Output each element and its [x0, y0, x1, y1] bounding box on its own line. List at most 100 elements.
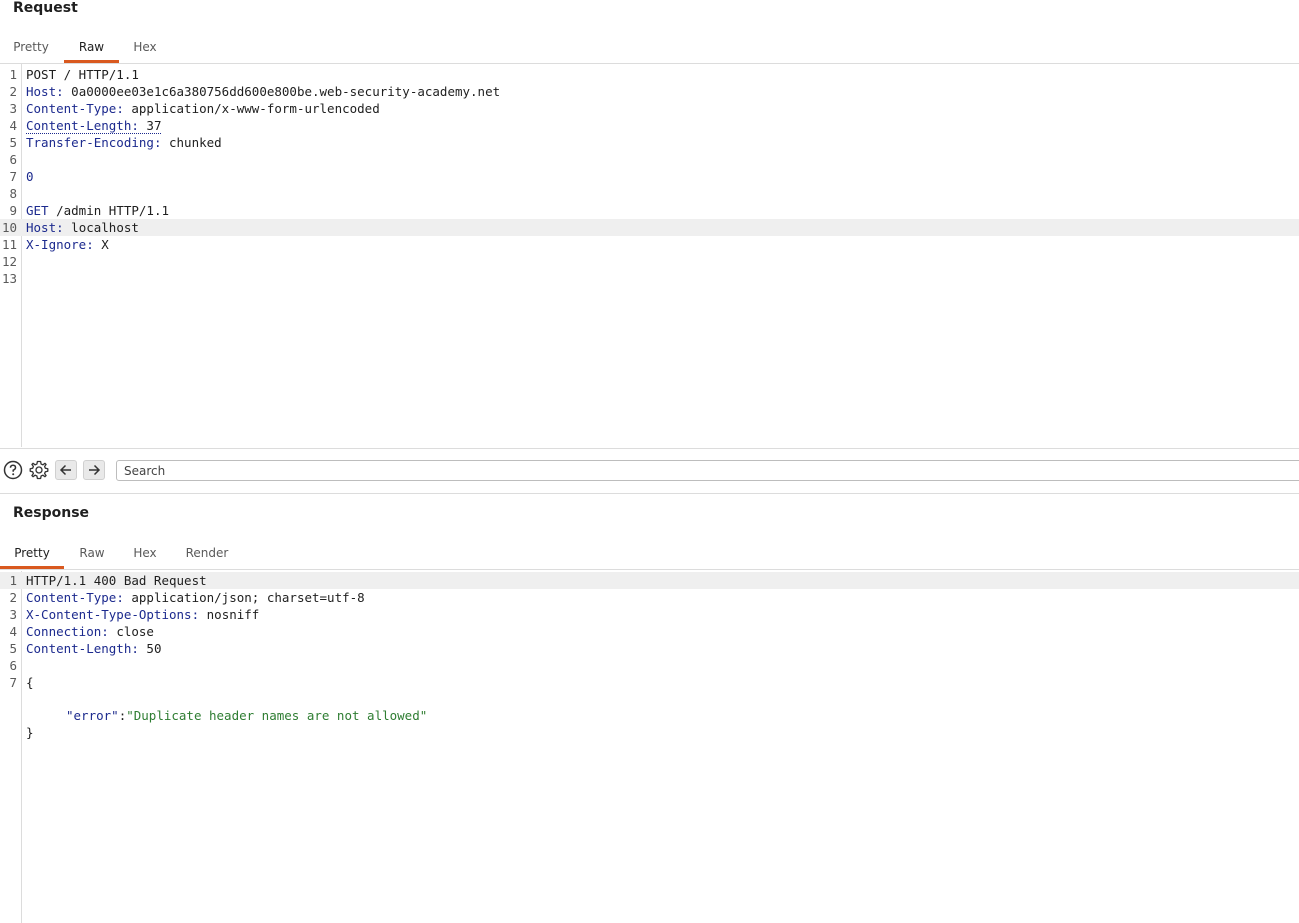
tab-response-raw[interactable]: Raw [66, 539, 118, 567]
line-number: 4 [9, 624, 17, 639]
content-length-warning[interactable]: Content-Length: 37 [26, 118, 162, 134]
header-value: application/x-www-form-urlencoded [131, 101, 380, 116]
header-name: Host [26, 84, 57, 99]
tab-request-raw[interactable]: Raw [64, 33, 119, 63]
response-line: 7{ [0, 674, 1299, 691]
line-number: 9 [9, 203, 17, 218]
line-number: 8 [9, 186, 17, 201]
header-separator: : [131, 641, 147, 656]
request-line: 4 Content-Length: 37 [0, 117, 1299, 134]
request-line-content: Transfer-Encoding: chunked [26, 134, 222, 151]
request-line: 1 POST / HTTP/1.1 [0, 66, 1299, 83]
request-editor[interactable]: 1 POST / HTTP/1.1 2 Host: 0a0000ee03e1c6a38… [0, 64, 1299, 447]
response-title: Response [13, 505, 90, 521]
json-close-brace: } [26, 725, 34, 740]
tab-response-hex[interactable]: Hex [122, 539, 168, 567]
header-name: Content-Type [26, 590, 117, 605]
response-line: 5 Content-Length: 50 [0, 640, 1299, 657]
header-value: 50 [146, 641, 162, 656]
line-number: 11 [1, 237, 17, 252]
line-number: 12 [1, 254, 17, 269]
header-value: X [101, 237, 109, 252]
line-number: 10 [1, 220, 17, 235]
request-line-content: GET /admin HTTP/1.1 [26, 202, 169, 219]
response-line: 6 [0, 657, 1299, 674]
header-separator: : [153, 135, 169, 150]
json-close-line: } [0, 707, 1299, 740]
request-line-content: Content-Type: application/x-www-form-url… [26, 100, 380, 117]
line-text: HTTP/1.1 400 Bad Request [26, 573, 207, 588]
response-line-content: X-Content-Type-Options: nosniff [26, 606, 259, 623]
line-number: 1 [9, 573, 17, 588]
line-text: POST / HTTP/1.1 [26, 67, 139, 82]
request-line: 9 GET /admin HTTP/1.1 [0, 202, 1299, 219]
line-number: 2 [9, 84, 17, 99]
request-line: 3 Content-Type: application/x-www-form-ur… [0, 100, 1299, 117]
arrow-left-icon [59, 464, 71, 476]
request-title: Request [13, 0, 78, 16]
request-line: 2 Host: 0a0000ee03e1c6a380756dd600e800be.… [0, 83, 1299, 100]
response-tabs: Pretty Raw Hex Render [0, 539, 1299, 570]
request-line-content: Host: localhost [26, 219, 139, 236]
request-tabs: Pretty Raw Hex [0, 33, 1299, 64]
response-line-content: Content-Length: 50 [26, 640, 161, 657]
back-button[interactable] [55, 460, 77, 480]
header-value: localhost [71, 220, 139, 235]
header-value: application/json; charset=utf-8 [131, 590, 365, 605]
request-line: 5 Transfer-Encoding: chunked [0, 134, 1299, 151]
header-name: Connection [26, 624, 102, 639]
request-line: 10 Host: localhost [0, 219, 1299, 236]
header-separator: : [56, 84, 72, 99]
header-separator: : [56, 220, 72, 235]
request-line: 13 [0, 270, 1299, 287]
header-name: X-Content-Type-Options [26, 607, 192, 622]
line-number: 2 [9, 590, 17, 605]
tab-request-hex[interactable]: Hex [122, 33, 168, 61]
line-number: 7 [9, 169, 17, 184]
response-line-content: Content-Type: application/json; charset=… [26, 589, 365, 606]
search-input[interactable] [116, 460, 1299, 481]
header-value: /admin HTTP/1.1 [56, 203, 169, 218]
request-line: 12 [0, 253, 1299, 270]
gear-icon[interactable] [29, 460, 49, 480]
response-line-content: HTTP/1.1 400 Bad Request [26, 572, 207, 589]
line-number: 3 [9, 101, 17, 116]
tab-request-pretty[interactable]: Pretty [0, 33, 62, 61]
header-name: Content-Type [26, 101, 117, 116]
line-number: 7 [9, 675, 17, 690]
request-line-content: Content-Length: 37 [26, 117, 162, 134]
header-separator: : [116, 101, 132, 116]
line-number: 4 [9, 118, 17, 133]
header-value: chunked [169, 135, 222, 150]
header-value: nosniff [206, 607, 260, 622]
header-name: Content-Length [26, 641, 132, 656]
help-circle-icon[interactable] [3, 460, 23, 480]
header-name: Host [26, 220, 57, 235]
tab-response-render[interactable]: Render [176, 539, 238, 567]
request-line-content: Host: 0a0000ee03e1c6a380756dd600e800be.w… [26, 83, 500, 100]
header-separator: : [86, 237, 102, 252]
header-separator [49, 203, 57, 218]
header-name: GET [26, 203, 49, 218]
header-name: Transfer-Encoding [26, 135, 154, 150]
line-text: { [26, 675, 34, 690]
json-error-line: "error":"Duplicate header names are not … [0, 690, 1299, 723]
tab-response-pretty[interactable]: Pretty [0, 539, 64, 569]
line-number: 1 [9, 67, 17, 82]
header-value: 37 [146, 118, 162, 133]
header-separator: : [116, 590, 132, 605]
forward-button[interactable] [83, 460, 105, 480]
response-line: 2 Content-Type: application/json; charset… [0, 589, 1299, 606]
request-line: 11 X-Ignore: X [0, 236, 1299, 253]
line-number: 13 [1, 271, 17, 286]
header-value: close [116, 624, 154, 639]
response-editor[interactable]: 1 HTTP/1.1 400 Bad Request 2 Content-Type: … [0, 571, 1299, 923]
header-separator: : [101, 624, 117, 639]
line-number: 6 [9, 658, 17, 673]
line-number: 5 [9, 135, 17, 150]
request-line: 8 [0, 185, 1299, 202]
line-number: 5 [9, 641, 17, 656]
line-number: 3 [9, 607, 17, 622]
header-name: Content-Length [26, 118, 132, 133]
search-toolbar [0, 448, 1299, 494]
